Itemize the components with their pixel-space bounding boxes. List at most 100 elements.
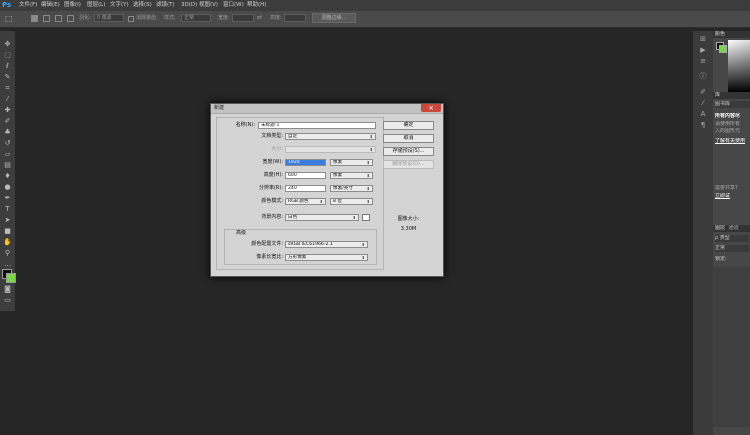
menu-select[interactable]: 选择(S) bbox=[133, 0, 152, 11]
menu-image[interactable]: 图像(I) bbox=[64, 0, 81, 11]
brush-tool-icon[interactable]: ✐ bbox=[3, 117, 12, 125]
healing-brush-tool-icon[interactable]: ✚ bbox=[3, 106, 12, 114]
menu-filter[interactable]: 滤镜(T) bbox=[156, 0, 175, 11]
menu-bar: Ps 文件(F) 编辑(E) 图像(I) 图层(L) 文字(Y) 选择(S) 滤… bbox=[0, 0, 750, 11]
cancel-button[interactable]: 取消 bbox=[383, 134, 434, 143]
tab-layers[interactable]: 图层 bbox=[713, 225, 725, 231]
rectangle-tool-icon[interactable]: ■ bbox=[3, 227, 12, 235]
color-profile-select[interactable]: sRGB IEC61966-2.1 ⬍ bbox=[285, 241, 368, 248]
swap-icon[interactable]: ⇄ bbox=[257, 14, 262, 21]
lasso-tool-icon[interactable]: ℓ bbox=[3, 62, 12, 70]
menu-3d[interactable]: 3D(D) bbox=[181, 0, 197, 11]
width-input[interactable] bbox=[232, 14, 254, 22]
subtract-selection-icon[interactable] bbox=[55, 15, 62, 22]
try-now-link[interactable]: 立即试 bbox=[715, 193, 750, 200]
path-select-tool-icon[interactable]: ➤ bbox=[3, 216, 12, 224]
background-select[interactable]: 白色 ⬍ bbox=[285, 214, 359, 221]
crop-tool-icon[interactable]: ⌗ bbox=[3, 84, 12, 92]
name-input[interactable]: 未标题-1 bbox=[258, 122, 376, 129]
width-input[interactable]: 1920 bbox=[285, 159, 326, 166]
eyedropper-tool-icon[interactable]: ⁄ bbox=[3, 95, 12, 103]
color-mode-select[interactable]: RGB 颜色 ⬍ bbox=[285, 198, 326, 205]
menu-view[interactable]: 视图(V) bbox=[199, 0, 218, 11]
quick-select-tool-icon[interactable]: ✎ bbox=[3, 73, 12, 81]
info-icon[interactable]: ⓘ bbox=[698, 72, 708, 81]
menu-layer[interactable]: 图层(L) bbox=[87, 0, 105, 11]
save-preset-button[interactable]: 存储预设(S)... bbox=[383, 147, 434, 156]
delete-preset-button[interactable]: 删除预设(D)... bbox=[383, 160, 434, 169]
intersect-selection-icon[interactable] bbox=[67, 15, 74, 22]
layer-filter-select[interactable]: ρ 类型 bbox=[715, 235, 749, 242]
eraser-tool-icon[interactable]: ▱ bbox=[3, 150, 12, 158]
menu-type[interactable]: 文字(Y) bbox=[110, 0, 129, 11]
chevron-down-icon: ⬍ bbox=[366, 160, 370, 165]
pixel-aspect-select[interactable]: 方形像素 ⬍ bbox=[285, 254, 368, 261]
options-bar: ⬚ 羽化: 0 像素 消除锯齿 样式: 正常 宽度: ⇄ 高度: 调整边缘... bbox=[0, 11, 750, 28]
move-tool-icon[interactable]: ✥ bbox=[3, 40, 12, 48]
tab-library[interactable]: 库 bbox=[713, 92, 720, 98]
color-mode-value: RGB 颜色 bbox=[288, 199, 309, 204]
resolution-input[interactable]: 240 bbox=[285, 185, 326, 192]
marquee-tool-icon[interactable]: ⬚ bbox=[5, 13, 19, 24]
properties-icon[interactable]: ≡ bbox=[698, 57, 708, 66]
doc-type-select[interactable]: 自定 ⬍ bbox=[285, 133, 376, 140]
more-tools-icon[interactable]: … bbox=[3, 260, 12, 268]
zoom-tool-icon[interactable]: ⚲ bbox=[3, 249, 12, 257]
clone-stamp-tool-icon[interactable]: ♣ bbox=[3, 128, 12, 136]
library-dropdown[interactable]: 图书库 bbox=[715, 101, 750, 108]
style-select[interactable]: 正常 bbox=[181, 14, 211, 22]
height-input[interactable] bbox=[284, 14, 306, 22]
close-icon[interactable]: × bbox=[421, 104, 441, 112]
bit-depth-select[interactable]: 8 位 ⬍ bbox=[330, 198, 373, 205]
chevron-down-icon: ⬍ bbox=[366, 186, 370, 191]
menu-window[interactable]: 窗口(W) bbox=[223, 0, 244, 11]
dodge-tool-icon[interactable]: ● bbox=[3, 183, 12, 191]
color-mode-label: 颜色模式: bbox=[261, 198, 283, 204]
actions-icon[interactable]: ▶ bbox=[698, 46, 708, 55]
menu-edit[interactable]: 编辑(E) bbox=[41, 0, 60, 11]
screen-mode-icon[interactable]: ▭ bbox=[3, 296, 12, 304]
brush-icon[interactable]: ⁄ bbox=[698, 99, 708, 108]
history-brush-tool-icon[interactable]: ↺ bbox=[3, 139, 12, 147]
tools-panel: ✥ ⬚ ℓ ✎ ⌗ ⁄ ✚ ✐ ♣ ↺ ▱ ▤ ♦ ● ✒ T ➤ ■ ✋ ⚲ … bbox=[0, 31, 16, 311]
tab-color[interactable]: 颜色 bbox=[713, 31, 725, 37]
color-spectrum[interactable] bbox=[728, 40, 750, 92]
quick-mask-icon[interactable]: ◙ bbox=[3, 285, 12, 293]
history-icon[interactable]: ⊞ bbox=[698, 35, 708, 44]
height-unit-select[interactable]: 像素 ⬍ bbox=[330, 172, 373, 179]
background-color-swatch[interactable] bbox=[362, 214, 370, 221]
height-input[interactable]: 600 bbox=[285, 172, 326, 179]
bg-color-chip[interactable] bbox=[719, 45, 727, 53]
resolution-unit-value: 像素/英寸 bbox=[333, 186, 353, 191]
gradient-tool-icon[interactable]: ▤ bbox=[3, 161, 12, 169]
background-color-swatch[interactable] bbox=[6, 273, 16, 283]
tab-channels[interactable]: 通道 bbox=[727, 225, 739, 231]
pen-tool-icon[interactable]: ✒ bbox=[3, 194, 12, 202]
type-tool-icon[interactable]: T bbox=[3, 205, 12, 213]
character-icon[interactable]: A bbox=[698, 110, 708, 119]
marquee-tool-icon[interactable]: ⬚ bbox=[3, 51, 12, 59]
ok-button[interactable]: 确定 bbox=[383, 121, 434, 130]
background-value: 白色 bbox=[288, 215, 298, 220]
library-desc-1: 请使用所有 bbox=[715, 121, 741, 127]
blur-tool-icon[interactable]: ♦ bbox=[3, 172, 12, 180]
hand-tool-icon[interactable]: ✋ bbox=[3, 238, 12, 246]
pixel-aspect-value: 方形像素 bbox=[288, 255, 307, 260]
paragraph-icon[interactable]: ¶ bbox=[698, 121, 708, 130]
resolution-unit-select[interactable]: 像素/英寸 ⬍ bbox=[330, 185, 373, 192]
blend-mode-select[interactable]: 正常 bbox=[715, 245, 749, 252]
brush-presets-icon[interactable]: ✐ bbox=[698, 88, 708, 97]
add-selection-icon[interactable] bbox=[43, 15, 50, 22]
size-select[interactable]: ⬍ bbox=[285, 146, 376, 153]
new-selection-icon[interactable] bbox=[31, 15, 38, 22]
width-unit-value: 像素 bbox=[333, 160, 343, 165]
menu-file[interactable]: 文件(F) bbox=[19, 0, 37, 11]
image-size-label: 图像大小: bbox=[397, 216, 420, 222]
learn-more-link[interactable]: 了解有关使用 bbox=[715, 138, 750, 145]
antialias-checkbox[interactable] bbox=[128, 16, 134, 22]
feather-input[interactable]: 0 像素 bbox=[94, 14, 124, 22]
dialog-titlebar[interactable]: 新建 × bbox=[211, 104, 443, 114]
width-unit-select[interactable]: 像素 ⬍ bbox=[330, 159, 373, 166]
refine-edge-button[interactable]: 调整边缘... bbox=[312, 13, 356, 23]
menu-help[interactable]: 帮助(H) bbox=[247, 0, 266, 11]
